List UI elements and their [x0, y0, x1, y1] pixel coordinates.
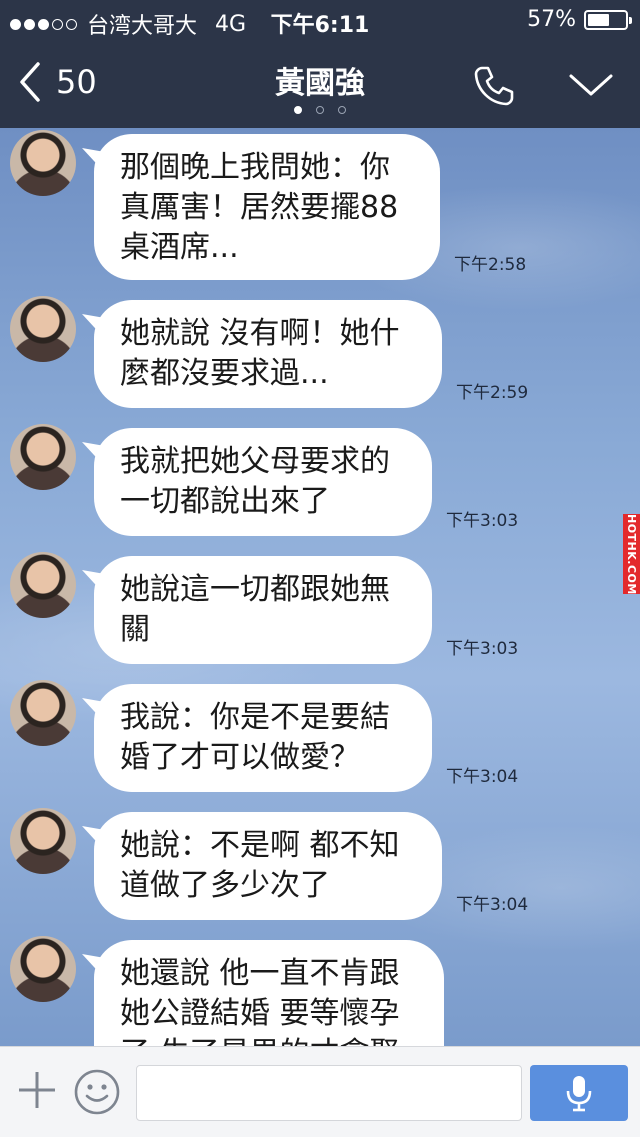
microphone-button[interactable]: [530, 1065, 628, 1121]
avatar[interactable]: [10, 680, 76, 746]
plus-icon[interactable]: [16, 1069, 58, 1111]
signal-strength-icon: [10, 18, 77, 30]
back-button[interactable]: 50: [16, 60, 97, 104]
input-bar: [0, 1046, 640, 1137]
message-bubble[interactable]: 她就說 沒有啊！她什 麼都沒要求過...: [94, 300, 442, 408]
smiley-icon[interactable]: [72, 1067, 122, 1117]
carrier-name: 台湾大哥大: [87, 14, 198, 39]
message-bubble[interactable]: 我就把她父母要求的 一切都說出來了: [94, 428, 432, 536]
avatar[interactable]: [10, 808, 76, 874]
message-list[interactable]: 那個晚上我問她：你 真厲害！居然要擺88 桌酒席... 下午2:58 她就說 沒…: [0, 128, 640, 1046]
page-indicator: [0, 106, 640, 114]
message-time: 下午3:04: [456, 895, 529, 915]
microphone-icon: [566, 1076, 592, 1112]
message-time: 下午3:04: [446, 767, 519, 787]
message-time: 下午2:58: [454, 255, 527, 275]
phone-icon[interactable]: [472, 64, 516, 108]
battery-percent: 57%: [527, 7, 576, 32]
network-type: 4G: [215, 11, 247, 37]
message-bubble[interactable]: 她說：不是啊 都不知 道做了多少次了: [94, 812, 442, 920]
message-time: 下午3:03: [446, 511, 519, 531]
watermark: HOTHK.COM: [623, 513, 640, 595]
chevron-left-icon: [20, 62, 40, 102]
chat-header: 50 黃國強: [0, 40, 640, 128]
avatar[interactable]: [10, 130, 76, 196]
status-bar: 台湾大哥大 4G 下午6:11 57%: [0, 0, 640, 40]
avatar[interactable]: [10, 936, 76, 1002]
message-bubble[interactable]: 她說這一切都跟她無 關: [94, 556, 432, 664]
message-input[interactable]: [136, 1065, 522, 1121]
page-dot: [338, 106, 346, 114]
battery-icon: [584, 9, 632, 30]
avatar[interactable]: [10, 424, 76, 490]
page-dot: [294, 106, 302, 114]
top-bar: 台湾大哥大 4G 下午6:11 57% 50 黃國強: [0, 0, 640, 128]
avatar[interactable]: [10, 552, 76, 618]
message-time: 下午2:59: [456, 383, 529, 403]
avatar[interactable]: [10, 296, 76, 362]
chevron-down-icon[interactable]: [568, 70, 614, 100]
unread-count: 50: [56, 63, 97, 101]
message-bubble[interactable]: 我說：你是不是要結 婚了才可以做愛？: [94, 684, 432, 792]
message-bubble[interactable]: 那個晚上我問她：你 真厲害！居然要擺88 桌酒席...: [94, 134, 440, 280]
message-time: 下午3:03: [446, 639, 519, 659]
page-dot: [316, 106, 324, 114]
message-bubble[interactable]: 她還說 他一直不肯跟 她公證結婚 要等懷孕 了 生了是男的才會娶: [94, 940, 444, 1046]
